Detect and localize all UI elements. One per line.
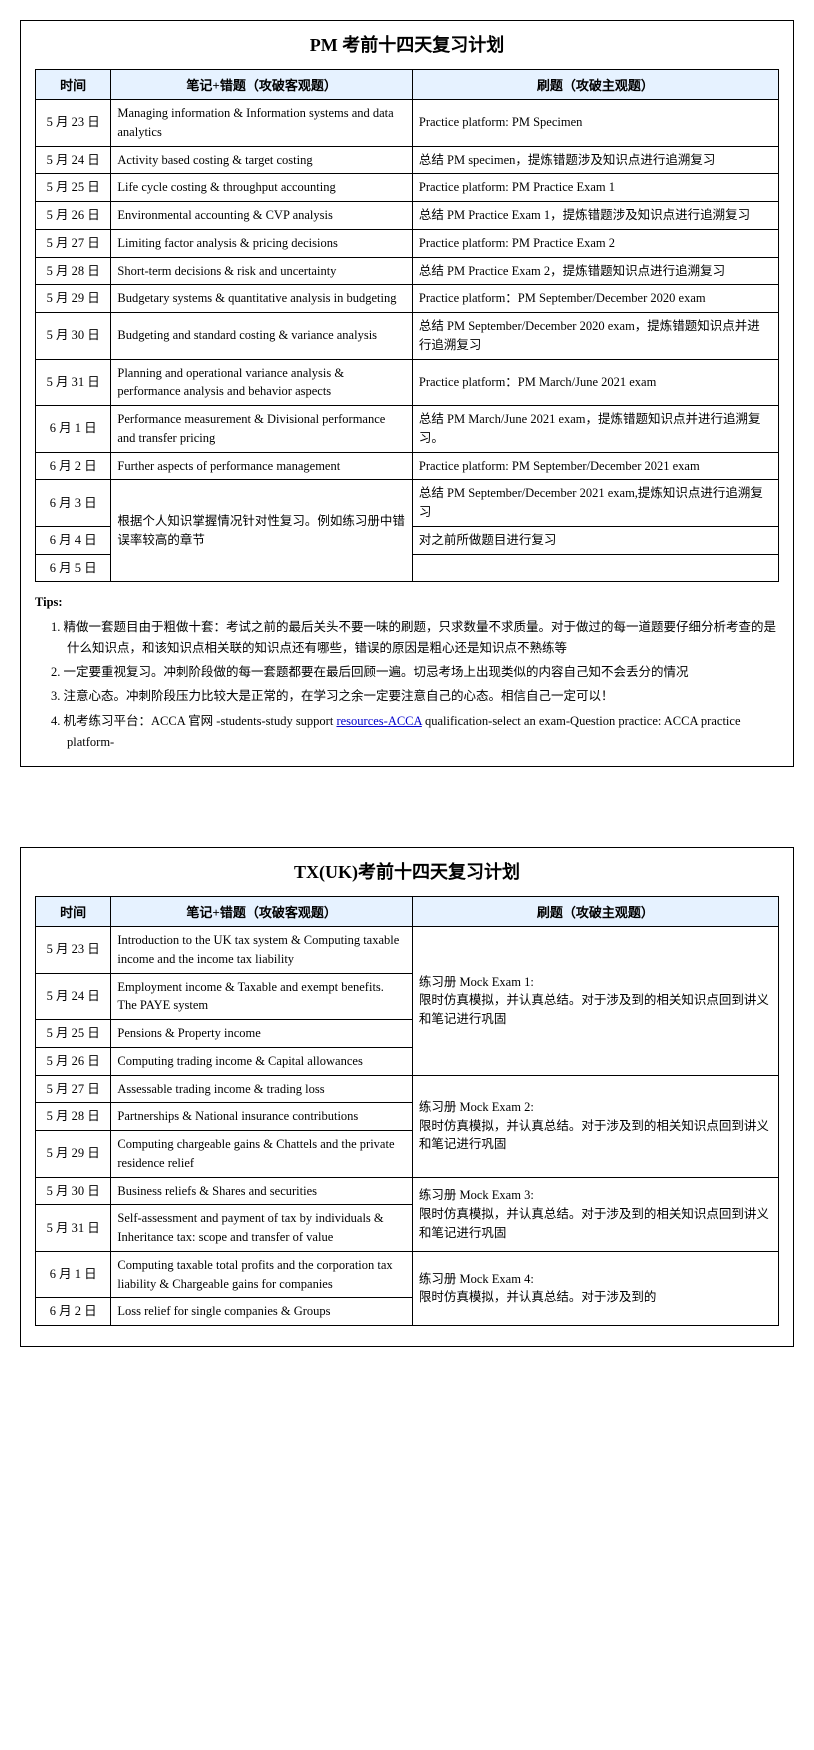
tx-date-cell: 5 月 27 日 <box>36 1075 111 1103</box>
tx-notes-cell: Introduction to the UK tax system & Comp… <box>111 927 413 974</box>
pm-date-cell: 5 月 28 日 <box>36 257 111 285</box>
tx-drill-cell: 练习册 Mock Exam 2: 限时仿真模拟，并认真总结。对于涉及到的相关知识… <box>412 1075 778 1177</box>
pm-date-cell: 6 月 5 日 <box>36 554 111 582</box>
pm-table-row: 5 月 26 日Environmental accounting & CVP a… <box>36 202 779 230</box>
pm-notes-cell: Further aspects of performance managemen… <box>111 452 413 480</box>
tx-date-cell: 5 月 31 日 <box>36 1205 111 1252</box>
pm-table-row: 5 月 29 日Budgetary systems & quantitative… <box>36 285 779 313</box>
pm-notes-cell: Budgetary systems & quantitative analysi… <box>111 285 413 313</box>
tx-notes-cell: Assessable trading income & trading loss <box>111 1075 413 1103</box>
pm-table-row: 6 月 2 日Further aspects of performance ma… <box>36 452 779 480</box>
tips-item: 1. 精做一套题目由于粗做十套：考试之前的最后关头不要一味的刷题，只求数量不求质… <box>51 617 779 660</box>
tips-item: 2. 一定要重视复习。冲刺阶段做的每一套题都要在最后回顾一遍。切忌考场上出现类似… <box>51 662 779 683</box>
pm-table-row: 5 月 23 日Managing information & Informati… <box>36 100 779 147</box>
pm-date-cell: 6 月 1 日 <box>36 406 111 453</box>
tx-table-row: 5 月 27 日Assessable trading income & trad… <box>36 1075 779 1103</box>
tx-table-row: 5 月 30 日Business reliefs & Shares and se… <box>36 1177 779 1205</box>
pm-title: PM 考前十四天复习计划 <box>35 31 779 57</box>
pm-table-row: 6 月 1 日Performance measurement & Divisio… <box>36 406 779 453</box>
tx-drill-cell: 练习册 Mock Exam 4: 限时仿真模拟，并认真总结。对于涉及到的 <box>412 1251 778 1325</box>
tx-date-cell: 5 月 29 日 <box>36 1131 111 1178</box>
pm-date-cell: 5 月 24 日 <box>36 146 111 174</box>
pm-date-cell: 5 月 30 日 <box>36 313 111 360</box>
pm-table-row: 5 月 24 日Activity based costing & target … <box>36 146 779 174</box>
tx-notes-cell: Pensions & Property income <box>111 1020 413 1048</box>
pm-notes-cell: Managing information & Information syste… <box>111 100 413 147</box>
acca-link[interactable]: resources-ACCA <box>336 714 421 728</box>
tx-date-cell: 5 月 28 日 <box>36 1103 111 1131</box>
tx-notes-cell: Loss relief for single companies & Group… <box>111 1298 413 1326</box>
pm-date-cell: 6 月 3 日 <box>36 480 111 527</box>
pm-date-cell: 6 月 4 日 <box>36 526 111 554</box>
pm-notes-cell: Activity based costing & target costing <box>111 146 413 174</box>
pm-drill-cell: 总结 PM September/December 2021 exam,提炼知识点… <box>412 480 778 527</box>
pm-drill-cell: Practice platform: PM Specimen <box>412 100 778 147</box>
pm-table-row: 5 月 25 日Life cycle costing & throughput … <box>36 174 779 202</box>
pm-date-cell: 5 月 26 日 <box>36 202 111 230</box>
tx-date-cell: 6 月 2 日 <box>36 1298 111 1326</box>
pm-drill-cell: Practice platform：PM September/December … <box>412 285 778 313</box>
tx-drill-cell: 练习册 Mock Exam 1: 限时仿真模拟，并认真总结。对于涉及到的相关知识… <box>412 927 778 1076</box>
tx-notes-cell: Computing trading income & Capital allow… <box>111 1047 413 1075</box>
pm-drill-cell: Practice platform: PM Practice Exam 1 <box>412 174 778 202</box>
col-drill-header: 刷题（攻破主观题） <box>412 70 778 100</box>
pm-date-cell: 5 月 25 日 <box>36 174 111 202</box>
tips-item: 4. 机考练习平台：ACCA 官网 -students-study suppor… <box>51 711 779 754</box>
pm-notes-cell: 根据个人知识掌握情况针对性复习。例如练习册中错误率较高的章节 <box>111 480 413 582</box>
pm-notes-cell: Environmental accounting & CVP analysis <box>111 202 413 230</box>
pm-table-row: 6 月 3 日根据个人知识掌握情况针对性复习。例如练习册中错误率较高的章节总结 … <box>36 480 779 527</box>
pm-table: 时间 笔记+错题（攻破客观题） 刷题（攻破主观题） 5 月 23 日Managi… <box>35 69 779 582</box>
pm-table-row: 5 月 28 日Short-term decisions & risk and … <box>36 257 779 285</box>
col-time-header: 时间 <box>36 70 111 100</box>
tx-date-cell: 5 月 26 日 <box>36 1047 111 1075</box>
tips-section: Tips: 1. 精做一套题目由于粗做十套：考试之前的最后关头不要一味的刷题，只… <box>35 592 779 753</box>
tx-notes-cell: Business reliefs & Shares and securities <box>111 1177 413 1205</box>
tx-date-cell: 5 月 25 日 <box>36 1020 111 1048</box>
tx-notes-cell: Partnerships & National insurance contri… <box>111 1103 413 1131</box>
col-drill-header-tx: 刷题（攻破主观题） <box>412 897 778 927</box>
pm-notes-cell: Limiting factor analysis & pricing decis… <box>111 229 413 257</box>
pm-drill-cell: Practice platform: PM September/December… <box>412 452 778 480</box>
tx-title: TX(UK)考前十四天复习计划 <box>35 858 779 884</box>
tx-drill-cell: 练习册 Mock Exam 3: 限时仿真模拟，并认真总结。对于涉及到的相关知识… <box>412 1177 778 1251</box>
tx-date-cell: 5 月 30 日 <box>36 1177 111 1205</box>
pm-drill-cell: 总结 PM March/June 2021 exam，提炼错题知识点并进行追溯复… <box>412 406 778 453</box>
col-notes-header: 笔记+错题（攻破客观题） <box>111 70 413 100</box>
pm-drill-cell: 总结 PM specimen，提炼错题涉及知识点进行追溯复习 <box>412 146 778 174</box>
tx-notes-cell: Computing taxable total profits and the … <box>111 1251 413 1298</box>
tx-notes-cell: Computing chargeable gains & Chattels an… <box>111 1131 413 1178</box>
pm-table-row: 5 月 30 日Budgeting and standard costing &… <box>36 313 779 360</box>
pm-drill-cell: 总结 PM Practice Exam 1，提炼错题涉及知识点进行追溯复习 <box>412 202 778 230</box>
tx-table-row: 6 月 1 日Computing taxable total profits a… <box>36 1251 779 1298</box>
pm-drill-cell <box>412 554 778 582</box>
pm-drill-cell: Practice platform: PM Practice Exam 2 <box>412 229 778 257</box>
tx-date-cell: 5 月 24 日 <box>36 973 111 1020</box>
pm-notes-cell: Planning and operational variance analys… <box>111 359 413 406</box>
pm-date-cell: 6 月 2 日 <box>36 452 111 480</box>
pm-notes-cell: Short-term decisions & risk and uncertai… <box>111 257 413 285</box>
tx-notes-cell: Employment income & Taxable and exempt b… <box>111 973 413 1020</box>
pm-table-row: 5 月 31 日Planning and operational varianc… <box>36 359 779 406</box>
pm-drill-cell: Practice platform：PM March/June 2021 exa… <box>412 359 778 406</box>
tips-item: 3. 注意心态。冲刺阶段压力比较大是正常的，在学习之余一定要注意自己的心态。相信… <box>51 686 779 707</box>
pm-date-cell: 5 月 31 日 <box>36 359 111 406</box>
pm-notes-cell: Life cycle costing & throughput accounti… <box>111 174 413 202</box>
pm-drill-cell: 总结 PM September/December 2020 exam，提炼错题知… <box>412 313 778 360</box>
tips-title: Tips: <box>35 592 779 613</box>
tx-table: 时间 笔记+错题（攻破客观题） 刷题（攻破主观题） 5 月 23 日Introd… <box>35 896 779 1326</box>
pm-notes-cell: Performance measurement & Divisional per… <box>111 406 413 453</box>
col-notes-header-tx: 笔记+错题（攻破客观题） <box>111 897 413 927</box>
tx-date-cell: 5 月 23 日 <box>36 927 111 974</box>
pm-date-cell: 5 月 23 日 <box>36 100 111 147</box>
pm-table-row: 5 月 27 日Limiting factor analysis & prici… <box>36 229 779 257</box>
pm-drill-cell: 总结 PM Practice Exam 2，提炼错题知识点进行追溯复习 <box>412 257 778 285</box>
pm-date-cell: 5 月 27 日 <box>36 229 111 257</box>
pm-date-cell: 5 月 29 日 <box>36 285 111 313</box>
pm-drill-cell: 对之前所做题目进行复习 <box>412 526 778 554</box>
tx-notes-cell: Self-assessment and payment of tax by in… <box>111 1205 413 1252</box>
tx-date-cell: 6 月 1 日 <box>36 1251 111 1298</box>
pm-notes-cell: Budgeting and standard costing & varianc… <box>111 313 413 360</box>
tx-table-row: 5 月 23 日Introduction to the UK tax syste… <box>36 927 779 974</box>
col-time-header-tx: 时间 <box>36 897 111 927</box>
